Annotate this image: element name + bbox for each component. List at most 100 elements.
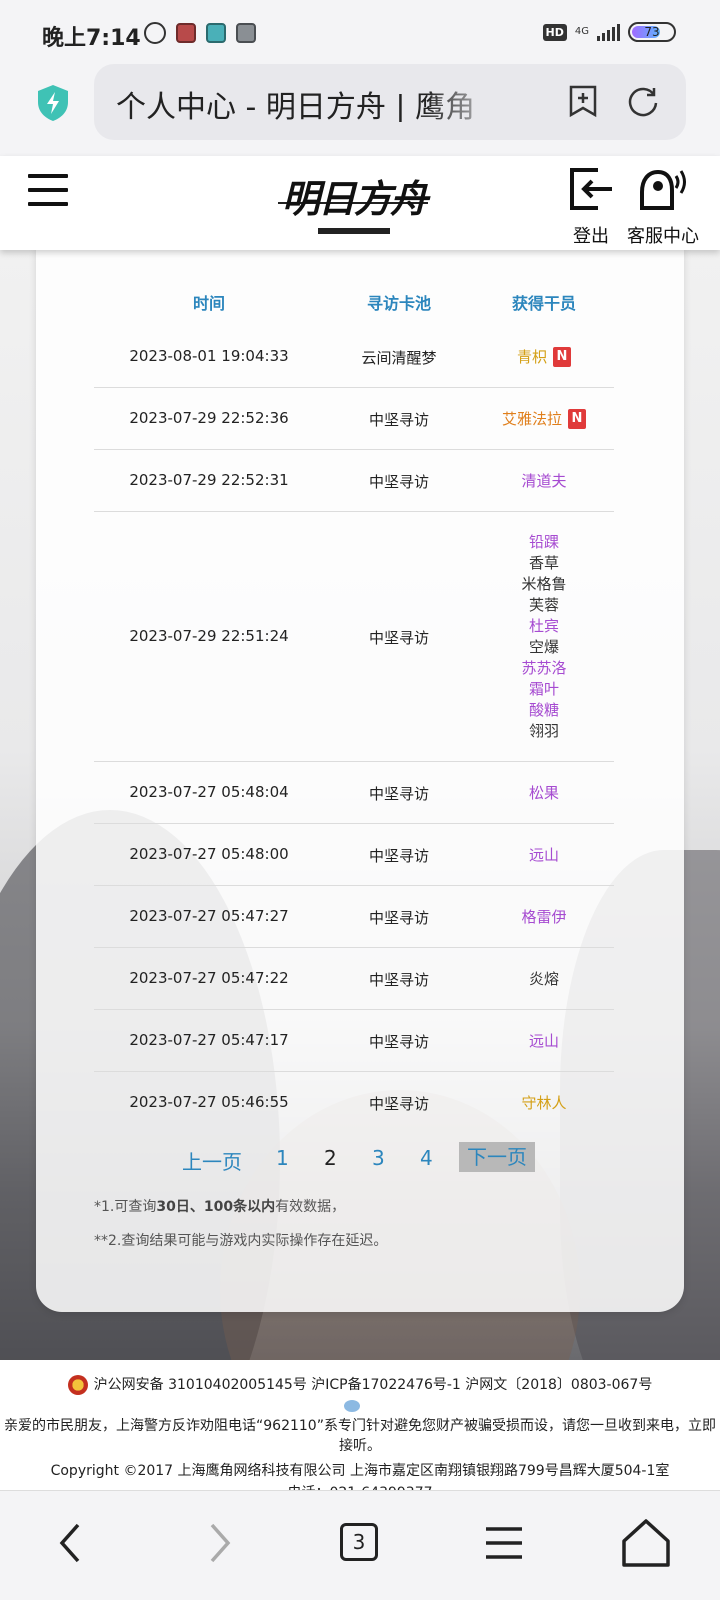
record-pool: 云间清醒梦 bbox=[361, 349, 437, 367]
record-pool: 中坚寻访 bbox=[368, 785, 429, 803]
record-pool: 中坚寻访 bbox=[368, 629, 429, 647]
bookmark-add-icon[interactable] bbox=[568, 84, 598, 118]
reload-icon[interactable] bbox=[626, 84, 660, 118]
site-logo[interactable]: 明日方舟 bbox=[278, 166, 438, 242]
menu-lines-icon[interactable] bbox=[474, 1513, 534, 1573]
operator-name: 远山 bbox=[528, 845, 559, 864]
logout-button[interactable]: 登出 bbox=[566, 166, 616, 250]
operator-entry: 铅踝 bbox=[474, 532, 614, 553]
operator-entry: 远山 bbox=[474, 845, 614, 866]
address-text[interactable]: 个人中心 - 明日方舟 | 鹰角 bbox=[116, 82, 504, 122]
column-header-operator: 获得干员 bbox=[511, 294, 576, 313]
new-badge: N bbox=[568, 409, 586, 429]
customer-service-label: 客服中心 bbox=[627, 226, 699, 247]
operator-entry: 芙蓉 bbox=[474, 595, 614, 616]
operator-name: 香草 bbox=[528, 554, 559, 572]
alarm-icon bbox=[144, 22, 166, 44]
shield-icon[interactable] bbox=[36, 84, 70, 122]
table-row: 2023-07-27 05:48:04 中坚寻访 松果 bbox=[94, 762, 614, 824]
prev-page-button[interactable]: 上一页 bbox=[182, 1146, 242, 1175]
table-row: 2023-07-27 05:47:22 中坚寻访 炎熔 bbox=[94, 948, 614, 1010]
logout-icon bbox=[570, 168, 612, 210]
query-limit-note: *1.可查询30日、100条以内有效数据， bbox=[94, 1199, 346, 1215]
operator-name: 米格鲁 bbox=[521, 575, 567, 593]
operator-entry: 艾雅法拉 N bbox=[474, 409, 614, 430]
network-type: 4G bbox=[574, 26, 589, 37]
operator-name: 杜宾 bbox=[528, 617, 559, 635]
app-notification-icon bbox=[206, 23, 226, 43]
record-operators: 铅踝香草米格鲁芙蓉杜宾空爆苏苏洛霜叶酸糖翎羽 bbox=[474, 532, 614, 742]
logo-text: 明日方舟 bbox=[282, 176, 428, 221]
operator-entry: 清道夫 bbox=[474, 471, 614, 492]
signal-icon bbox=[597, 23, 620, 41]
record-pool: 中坚寻访 bbox=[368, 1033, 429, 1051]
footer-phone: 电话：021-64399377 bbox=[0, 1482, 720, 1490]
operator-name: 清道夫 bbox=[521, 471, 567, 490]
operator-name: 格雷伊 bbox=[521, 907, 567, 926]
operator-name: 远山 bbox=[528, 1031, 559, 1050]
battery-level: 73 bbox=[644, 25, 660, 39]
operator-entry: 松果 bbox=[474, 783, 614, 804]
operator-name: 艾雅法拉 bbox=[501, 409, 562, 428]
operator-entry: 霜叶 bbox=[474, 679, 614, 700]
record-operators: 清道夫 bbox=[474, 471, 614, 492]
hd-badge: HD bbox=[542, 23, 567, 41]
back-icon[interactable] bbox=[42, 1513, 102, 1573]
operator-name: 芙蓉 bbox=[528, 596, 559, 614]
address-bar[interactable]: 个人中心 - 明日方舟 | 鹰角 bbox=[94, 64, 686, 140]
menu-icon[interactable] bbox=[28, 174, 68, 208]
record-time: 2023-07-29 22:51:24 bbox=[129, 627, 289, 645]
record-pool: 中坚寻访 bbox=[368, 847, 429, 865]
operator-entry: 米格鲁 bbox=[474, 574, 614, 595]
pagination: 上一页 1 2 3 4 下一页 bbox=[36, 1142, 684, 1176]
footer-anti-fraud: 亲爱的市民朋友，上海警方反诈劝阻电话“962110”系专门针对避免您财产被骗受损… bbox=[4, 1418, 716, 1454]
table-row: 2023-07-27 05:46:55 中坚寻访 守林人 bbox=[94, 1072, 614, 1134]
page-3-button[interactable]: 3 bbox=[372, 1146, 385, 1170]
record-time: 2023-07-29 22:52:31 bbox=[129, 471, 289, 489]
operator-name: 苏苏洛 bbox=[521, 659, 567, 677]
footer-license: 沪公网安备 31010402005145号 沪ICP备17022476号-1 沪… bbox=[0, 1374, 720, 1395]
operator-entry: 格雷伊 bbox=[474, 907, 614, 928]
app-notification-icon bbox=[176, 23, 196, 43]
table-row: 2023-07-27 05:47:17 中坚寻访 远山 bbox=[94, 1010, 614, 1072]
operator-name: 炎熔 bbox=[528, 969, 559, 988]
record-time: 2023-07-27 05:46:55 bbox=[129, 1093, 289, 1111]
network-culture-icon bbox=[344, 1400, 360, 1412]
record-time: 2023-07-27 05:48:04 bbox=[129, 783, 289, 801]
tab-count: 3 bbox=[340, 1523, 378, 1561]
operator-name: 霜叶 bbox=[528, 680, 559, 698]
page-4-button[interactable]: 4 bbox=[420, 1146, 433, 1170]
footer-copyright: Copyright ©2017 上海鹰角网络科技有限公司 上海市嘉定区南翔镇银翔… bbox=[50, 1463, 670, 1479]
operator-name: 铅踝 bbox=[528, 533, 559, 551]
new-badge: N bbox=[553, 347, 571, 367]
police-badge-icon bbox=[67, 1375, 88, 1395]
status-bar: 晚上7:14 HD 4G 73 bbox=[0, 0, 720, 64]
record-pool: 中坚寻访 bbox=[368, 473, 429, 491]
record-operators: 远山 bbox=[474, 1031, 614, 1052]
logout-label: 登出 bbox=[573, 226, 609, 247]
operator-name: 空爆 bbox=[528, 638, 559, 656]
record-operators: 艾雅法拉 N bbox=[474, 409, 614, 430]
record-pool: 中坚寻访 bbox=[368, 411, 429, 429]
operator-entry: 翎羽 bbox=[474, 721, 614, 742]
delay-note: **2.查询结果可能与游戏内实际操作存在延迟。 bbox=[94, 1233, 388, 1249]
site-footer: 沪公网安备 31010402005145号 沪ICP备17022476号-1 沪… bbox=[0, 1360, 720, 1490]
customer-service-button[interactable]: 客服中心 bbox=[622, 166, 704, 250]
record-time: 2023-08-01 19:04:33 bbox=[129, 347, 289, 365]
customer-service-icon bbox=[640, 169, 686, 210]
gacha-record-card: 时间 寻访卡池 获得干员 2023-08-01 19:04:33 云间清醒梦 青枳 N… bbox=[36, 246, 684, 1312]
operator-entry: 酸糖 bbox=[474, 700, 614, 721]
home-icon[interactable] bbox=[616, 1513, 676, 1573]
forward-icon[interactable] bbox=[188, 1513, 248, 1573]
record-operators: 炎熔 bbox=[474, 969, 614, 990]
operator-name: 酸糖 bbox=[528, 701, 559, 719]
status-time: 晚上7:14 bbox=[42, 26, 141, 51]
operator-entry: 苏苏洛 bbox=[474, 658, 614, 679]
page-1-button[interactable]: 1 bbox=[276, 1146, 289, 1170]
operator-entry: 空爆 bbox=[474, 637, 614, 658]
tabs-button[interactable]: 3 bbox=[330, 1513, 390, 1573]
column-header-pool: 寻访卡池 bbox=[366, 294, 431, 313]
table-row: 2023-07-29 22:51:24 中坚寻访 铅踝香草米格鲁芙蓉杜宾空爆苏苏洛霜… bbox=[94, 512, 614, 762]
operator-name: 青枳 bbox=[516, 347, 547, 366]
next-page-button[interactable]: 下一页 bbox=[459, 1142, 535, 1172]
